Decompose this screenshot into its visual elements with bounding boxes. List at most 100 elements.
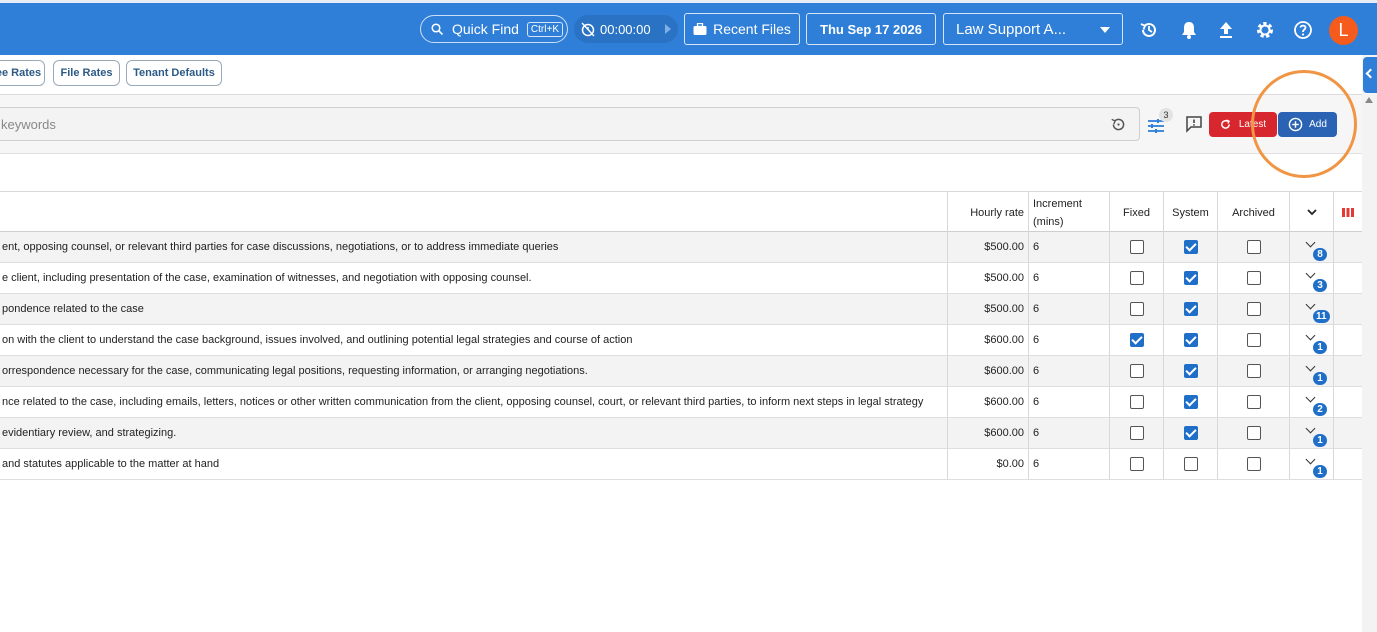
search-input[interactable]: keywords: [0, 107, 1140, 141]
table-body: ent, opposing counsel, or relevant third…: [0, 232, 1362, 480]
timer[interactable]: 00:00:00: [574, 15, 678, 43]
tab-tenant-defaults[interactable]: Tenant Defaults: [126, 60, 222, 86]
system-checkbox[interactable]: [1183, 395, 1198, 409]
increment-cell: 6: [1028, 356, 1109, 386]
fixed-cell: [1109, 387, 1163, 417]
feedback-icon[interactable]: [1185, 115, 1203, 133]
system-cell: [1163, 387, 1217, 417]
upload-icon[interactable]: [1216, 20, 1236, 40]
table-row[interactable]: and statutes applicable to the matter at…: [0, 449, 1362, 480]
expand-row-button[interactable]: 2: [1289, 387, 1333, 417]
system-checkbox[interactable]: [1183, 302, 1198, 316]
table-row[interactable]: nce related to the case, including email…: [0, 387, 1362, 418]
archived-checkbox[interactable]: [1246, 302, 1261, 316]
history-icon[interactable]: [1139, 20, 1159, 40]
expand-row-button[interactable]: 11: [1289, 294, 1333, 324]
expand-row-button[interactable]: 1: [1289, 449, 1333, 479]
hourly-rate-cell: $500.00: [947, 232, 1028, 262]
bell-icon[interactable]: [1179, 20, 1199, 40]
fixed-checkbox[interactable]: [1129, 302, 1144, 316]
fixed-checkbox[interactable]: [1129, 271, 1144, 285]
system-cell: [1163, 356, 1217, 386]
increment-cell: 6: [1028, 294, 1109, 324]
system-checkbox[interactable]: [1183, 426, 1198, 440]
system-cell: [1163, 294, 1217, 324]
gear-icon[interactable]: [1255, 20, 1275, 40]
count-badge: 1: [1313, 465, 1327, 478]
recent-files-button[interactable]: Recent Files: [684, 13, 800, 45]
play-icon[interactable]: [664, 24, 671, 34]
tab-fee-rates[interactable]: ee Rates: [0, 60, 45, 86]
table-row[interactable]: ent, opposing counsel, or relevant third…: [0, 232, 1362, 263]
count-badge: 2: [1313, 403, 1327, 416]
fixed-checkbox[interactable]: [1129, 364, 1144, 378]
fixed-checkbox[interactable]: [1129, 333, 1144, 347]
archived-checkbox[interactable]: [1246, 457, 1261, 471]
avatar[interactable]: L: [1329, 16, 1358, 45]
system-checkbox[interactable]: [1183, 364, 1198, 378]
archived-checkbox[interactable]: [1246, 333, 1261, 347]
row-end-cell: [1333, 418, 1362, 448]
system-checkbox[interactable]: [1183, 271, 1198, 285]
row-end-cell: [1333, 263, 1362, 293]
scroll-up-arrow[interactable]: [1365, 97, 1373, 103]
expand-all-button[interactable]: [1289, 192, 1333, 233]
system-checkbox[interactable]: [1183, 240, 1198, 254]
increment-cell: 6: [1028, 325, 1109, 355]
top-bar: Quick Find Ctrl+K 00:00:00 Recent Files …: [0, 0, 1377, 55]
column-header-system[interactable]: System: [1163, 192, 1217, 233]
archived-cell: [1217, 356, 1289, 386]
system-cell: [1163, 263, 1217, 293]
expand-row-button[interactable]: 1: [1289, 325, 1333, 355]
chevron-down-icon: [1305, 237, 1316, 248]
archived-checkbox[interactable]: [1246, 395, 1261, 409]
recent-files-label: Recent Files: [713, 21, 791, 37]
help-icon[interactable]: [1293, 20, 1313, 40]
tenant-select[interactable]: Law Support A...: [943, 13, 1123, 45]
expand-row-button[interactable]: 3: [1289, 263, 1333, 293]
column-settings-button[interactable]: [1333, 192, 1362, 233]
reset-history-icon[interactable]: [1110, 116, 1127, 133]
hourly-rate-cell: $500.00: [947, 263, 1028, 293]
fixed-checkbox[interactable]: [1129, 457, 1144, 471]
column-header-increment[interactable]: Increment (mins): [1028, 192, 1109, 233]
count-badge: 8: [1313, 248, 1327, 261]
date-button[interactable]: Thu Sep 17 2026: [806, 13, 936, 45]
count-badge: 11: [1313, 310, 1330, 323]
column-header-archived[interactable]: Archived: [1217, 192, 1289, 233]
collapse-panel-button[interactable]: [1363, 57, 1377, 93]
column-header-fixed[interactable]: Fixed: [1109, 192, 1163, 233]
chevron-down-icon: [1305, 299, 1316, 310]
expand-row-button[interactable]: 8: [1289, 232, 1333, 262]
table-row[interactable]: on with the client to understand the cas…: [0, 325, 1362, 356]
avatar-initial: L: [1338, 20, 1349, 40]
expand-row-button[interactable]: 1: [1289, 356, 1333, 386]
expand-row-button[interactable]: 1: [1289, 418, 1333, 448]
archived-checkbox[interactable]: [1246, 364, 1261, 378]
count-badge: 1: [1313, 434, 1327, 447]
count-badge: 3: [1313, 279, 1327, 292]
chevron-down-icon: [1305, 392, 1316, 403]
filter-count-badge: 3: [1159, 108, 1173, 122]
archived-checkbox[interactable]: [1246, 271, 1261, 285]
quick-find-button[interactable]: Quick Find Ctrl+K: [420, 15, 568, 43]
archived-checkbox[interactable]: [1246, 240, 1261, 254]
fixed-checkbox[interactable]: [1129, 395, 1144, 409]
table-row[interactable]: e client, including presentation of the …: [0, 263, 1362, 294]
tab-file-rates[interactable]: File Rates: [53, 60, 120, 86]
table-row[interactable]: pondence related to the case $500.00 6 1…: [0, 294, 1362, 325]
archived-checkbox[interactable]: [1246, 426, 1261, 440]
chevron-down-icon: [1305, 330, 1316, 341]
side-panel-handle: [1362, 55, 1377, 632]
table-row[interactable]: orrespondence necessary for the case, co…: [0, 356, 1362, 387]
description-cell: on with the client to understand the cas…: [2, 334, 633, 346]
system-checkbox[interactable]: [1183, 457, 1198, 471]
system-cell: [1163, 418, 1217, 448]
table-row[interactable]: evidentiary review, and strategizing. $6…: [0, 418, 1362, 449]
column-header-hourly-rate[interactable]: Hourly rate: [947, 192, 1028, 233]
system-cell: [1163, 232, 1217, 262]
fixed-checkbox[interactable]: [1129, 426, 1144, 440]
fixed-checkbox[interactable]: [1129, 240, 1144, 254]
system-checkbox[interactable]: [1183, 333, 1198, 347]
increment-cell: 6: [1028, 387, 1109, 417]
